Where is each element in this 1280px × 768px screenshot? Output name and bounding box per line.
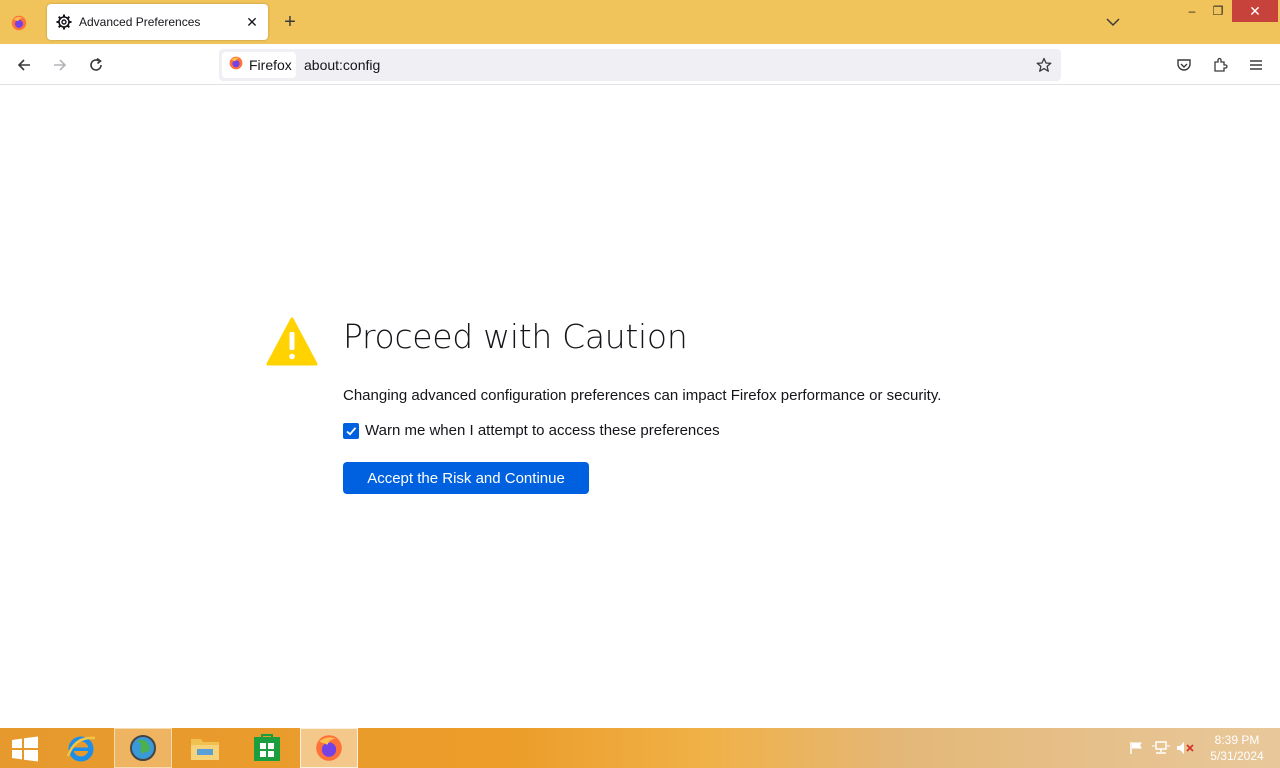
- warn-checkbox-row[interactable]: Warn me when I attempt to access these p…: [343, 422, 720, 439]
- maximize-button[interactable]: ❐: [1206, 0, 1230, 22]
- tab-title: Advanced Preferences: [79, 15, 201, 29]
- reload-icon[interactable]: [82, 51, 110, 79]
- title-bar: Advanced Preferences ✕ + – ❐ ✕: [0, 0, 1280, 44]
- pocket-icon[interactable]: [1170, 51, 1198, 79]
- store-icon[interactable]: [238, 728, 296, 768]
- firefox-view-icon[interactable]: [8, 12, 30, 34]
- close-tab-icon[interactable]: ✕: [239, 9, 265, 35]
- extensions-icon[interactable]: [1206, 51, 1234, 79]
- back-arrow-icon[interactable]: [10, 51, 38, 79]
- warn-checkbox[interactable]: [343, 422, 359, 439]
- url-text[interactable]: about:config: [304, 57, 380, 73]
- firefox-icon[interactable]: [300, 728, 358, 768]
- clock-date: 5/31/2024: [1210, 749, 1264, 763]
- navigation-toolbar: Firefox about:config: [0, 44, 1280, 85]
- identity-label: Firefox: [249, 57, 292, 73]
- address-bar[interactable]: Firefox about:config: [219, 49, 1061, 81]
- list-all-tabs-icon[interactable]: [1100, 10, 1126, 34]
- page-title: Proceed with Caution: [343, 317, 688, 356]
- clock-time: 8:39 PM: [1214, 733, 1260, 747]
- globe-app-icon[interactable]: [114, 728, 172, 768]
- bookmark-star-icon[interactable]: [1031, 52, 1057, 78]
- new-tab-button[interactable]: +: [278, 9, 302, 35]
- tab-advanced-preferences[interactable]: Advanced Preferences ✕: [47, 4, 268, 40]
- warning-description: Changing advanced configuration preferen…: [343, 387, 942, 404]
- volume-muted-icon[interactable]: [1176, 740, 1194, 756]
- hamburger-menu-icon[interactable]: [1242, 51, 1270, 79]
- windows-taskbar: 8:39 PM 5/31/2024: [0, 728, 1280, 768]
- accept-risk-button[interactable]: Accept the Risk and Continue: [343, 462, 589, 494]
- file-explorer-icon[interactable]: [176, 728, 234, 768]
- windows-start-icon[interactable]: [6, 734, 44, 764]
- gear-icon: [55, 13, 73, 31]
- firefox-logo-icon: [228, 55, 244, 76]
- warning-icon: [266, 317, 318, 367]
- taskbar-clock[interactable]: 8:39 PM 5/31/2024: [1200, 732, 1274, 764]
- warn-checkbox-label[interactable]: Warn me when I attempt to access these p…: [365, 422, 720, 439]
- network-icon[interactable]: [1152, 740, 1170, 756]
- minimize-button[interactable]: –: [1180, 0, 1204, 22]
- page-content: Proceed with Caution Changing advanced c…: [0, 85, 1280, 728]
- internet-explorer-icon[interactable]: [52, 728, 110, 768]
- close-window-button[interactable]: ✕: [1232, 0, 1278, 22]
- action-center-flag-icon[interactable]: [1128, 740, 1146, 756]
- identity-box[interactable]: Firefox: [222, 52, 296, 78]
- forward-arrow-icon[interactable]: [46, 51, 74, 79]
